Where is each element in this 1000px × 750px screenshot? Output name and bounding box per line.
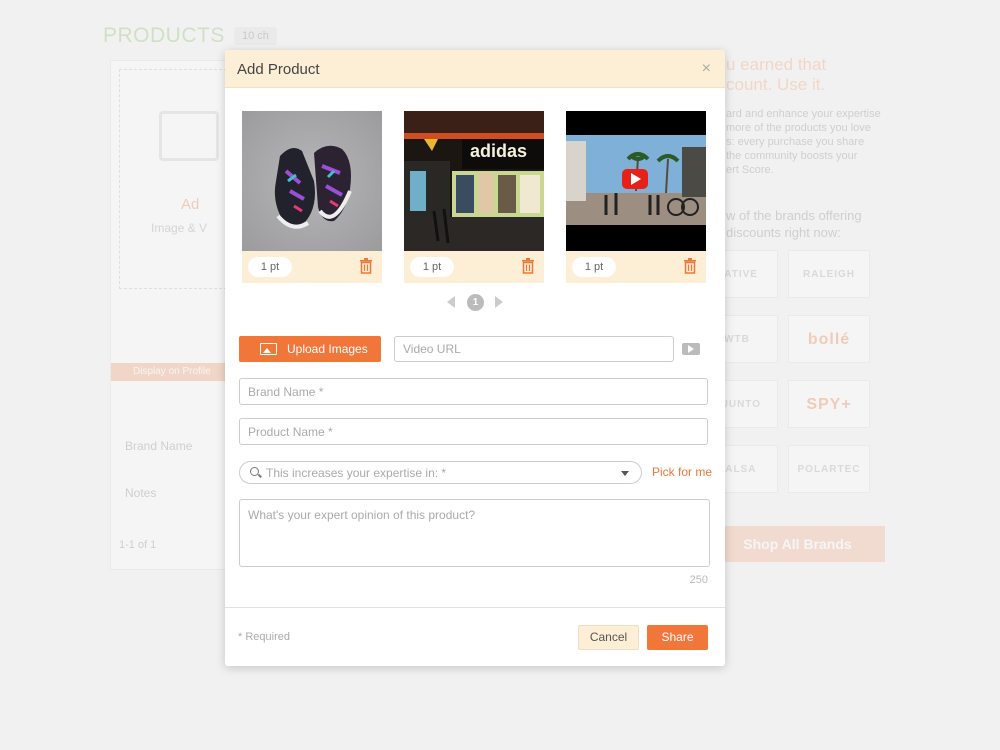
upload-images-button[interactable]: Upload Images — [239, 336, 381, 362]
add-sublabel: Image & V — [151, 221, 208, 235]
brand-name-input[interactable] — [239, 378, 708, 405]
thumbnail-footer: 1 pt — [404, 251, 544, 283]
thumbnail-footer: 1 pt — [566, 251, 706, 283]
chevron-right-icon[interactable] — [495, 296, 503, 308]
media-thumbnails: 1 pt adidas 1 pt 1 pt — [242, 111, 712, 283]
chevron-left-icon[interactable] — [447, 296, 455, 308]
image-icon — [260, 343, 277, 355]
add-product-modal: Add Product × 1 pt adidas 1 pt 1 pt 1 Up… — [225, 50, 725, 666]
earned-description: ard and enhance your expertise more of t… — [726, 108, 881, 176]
expert-opinion-textarea[interactable] — [239, 499, 710, 567]
character-count: 250 — [689, 574, 708, 586]
thumbnail-video — [566, 111, 706, 251]
video-url-input[interactable] — [394, 336, 674, 362]
upload-images-label: Upload Images — [287, 342, 368, 356]
expertise-select[interactable]: This increases your expertise in: * — [239, 461, 642, 484]
close-icon[interactable]: × — [702, 60, 711, 78]
product-name-input[interactable] — [239, 418, 708, 445]
modal-header: Add Product × — [225, 50, 725, 88]
thumbnail-image — [242, 111, 382, 251]
brand-logo: SPY+ — [788, 380, 870, 428]
thumbnail-item[interactable]: adidas 1 pt — [404, 111, 544, 283]
brands-heading: w of the brands offering discounts right… — [726, 208, 862, 240]
discount-panel: u earned that count. Use it. ard and enh… — [696, 55, 896, 493]
shop-all-brands-button: Shop All Brands — [710, 526, 885, 562]
video-icon[interactable] — [682, 343, 700, 355]
modal-title: Add Product — [237, 61, 320, 78]
share-button[interactable]: Share — [647, 625, 708, 650]
cancel-button[interactable]: Cancel — [578, 625, 639, 650]
storefront-sign: adidas — [470, 141, 527, 161]
drop-zone — [119, 69, 227, 289]
brand-logo: RALEIGH — [788, 250, 870, 298]
page-number[interactable]: 1 — [467, 294, 484, 311]
search-icon — [250, 467, 259, 476]
bg-pager: 1-1 of 1 — [119, 539, 157, 551]
points-badge: 1 pt — [248, 257, 292, 277]
add-label: Ad — [181, 196, 200, 213]
pick-for-me-link[interactable]: Pick for me — [652, 465, 712, 479]
earned-heading: u earned that count. Use it. — [726, 55, 827, 94]
trash-icon[interactable] — [521, 258, 535, 274]
thumbnail-item[interactable]: 1 pt — [242, 111, 382, 283]
required-note: * Required — [238, 631, 290, 643]
expertise-placeholder: This increases your expertise in: * — [266, 466, 447, 480]
trash-icon[interactable] — [359, 258, 373, 274]
product-card: Ad Image & V Display on Profile Brand Na… — [110, 60, 236, 570]
brand-logo: POLARTEC — [788, 445, 870, 493]
image-placeholder-icon — [159, 111, 219, 161]
bg-brand-field: Brand Name — [125, 439, 193, 453]
trash-icon[interactable] — [683, 258, 697, 274]
display-bar: Display on Profile — [111, 363, 236, 381]
products-title: PRODUCTS — [103, 24, 225, 47]
thumbnail-footer: 1 pt — [242, 251, 382, 283]
thumbnail-item[interactable]: 1 pt — [566, 111, 706, 283]
thumbnail-pager: 1 — [445, 294, 505, 311]
caret-down-icon — [621, 471, 629, 476]
brand-logo: bollé — [788, 315, 870, 363]
points-badge: 1 pt — [572, 257, 616, 277]
bg-notes-field: Notes — [125, 486, 157, 500]
thumbnail-image: adidas — [404, 111, 544, 251]
products-count: 10 ch — [234, 27, 277, 45]
modal-footer: * Required Cancel Share — [225, 607, 725, 666]
points-badge: 1 pt — [410, 257, 454, 277]
